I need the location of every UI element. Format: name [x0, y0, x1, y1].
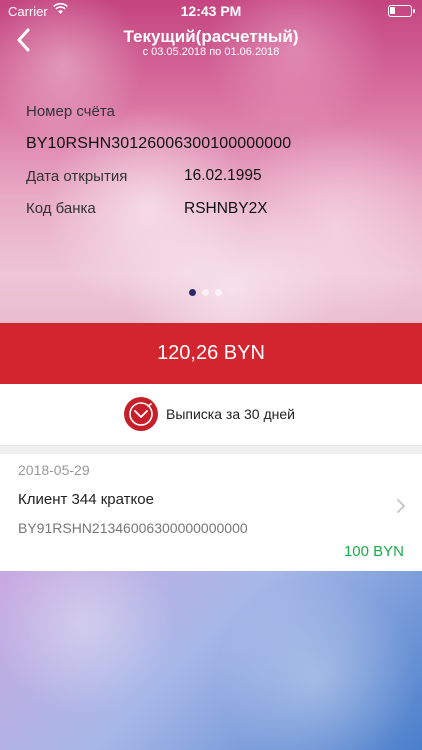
transaction-amount: 100 BYN	[343, 543, 404, 560]
transaction-row[interactable]: 2018-05-29 Клиент 344 краткое BY91RSHN21…	[0, 454, 422, 571]
page-title: Текущий(расчетный)	[123, 27, 299, 46]
page-subtitle: с 03.05.2018 по 01.06.2018	[142, 46, 280, 58]
open-date-label: Дата открытия	[26, 168, 128, 185]
account-number-value: BY10RSHN30126006300100000000	[26, 135, 292, 152]
page-dot[interactable]	[215, 289, 222, 296]
page-indicator[interactable]	[189, 283, 228, 301]
chevron-right-icon	[396, 498, 406, 519]
bottom-background	[0, 571, 422, 750]
statement-30-days-button[interactable]: Выписка за 30 дней	[0, 384, 422, 446]
status-time: 12:43 PM	[180, 3, 242, 19]
transaction-date: 2018-05-29	[18, 462, 90, 478]
open-date-value: 16.02.1995	[184, 167, 262, 184]
page-dot[interactable]	[189, 289, 196, 296]
section-divider	[0, 446, 422, 454]
transaction-name: Клиент 344 краткое	[18, 491, 154, 508]
battery-icon	[388, 5, 415, 17]
account-number-label: Номер счёта	[26, 103, 115, 120]
balance-amount: 120,26 BYN	[0, 323, 422, 384]
page-dot[interactable]	[202, 289, 209, 296]
bank-code-value: RSHNBY2X	[184, 200, 268, 217]
chevron-left-icon	[17, 28, 30, 52]
back-button[interactable]	[8, 28, 38, 62]
statement-label: Выписка за 30 дней	[166, 406, 295, 422]
statement-clock-icon	[124, 397, 158, 431]
transaction-account: BY91RSHN21346006300000000000	[18, 520, 248, 536]
status-bar: Carrier 12:43 PM	[0, 0, 422, 22]
bank-code-label: Код банка	[26, 200, 96, 217]
battery-level	[390, 7, 395, 14]
